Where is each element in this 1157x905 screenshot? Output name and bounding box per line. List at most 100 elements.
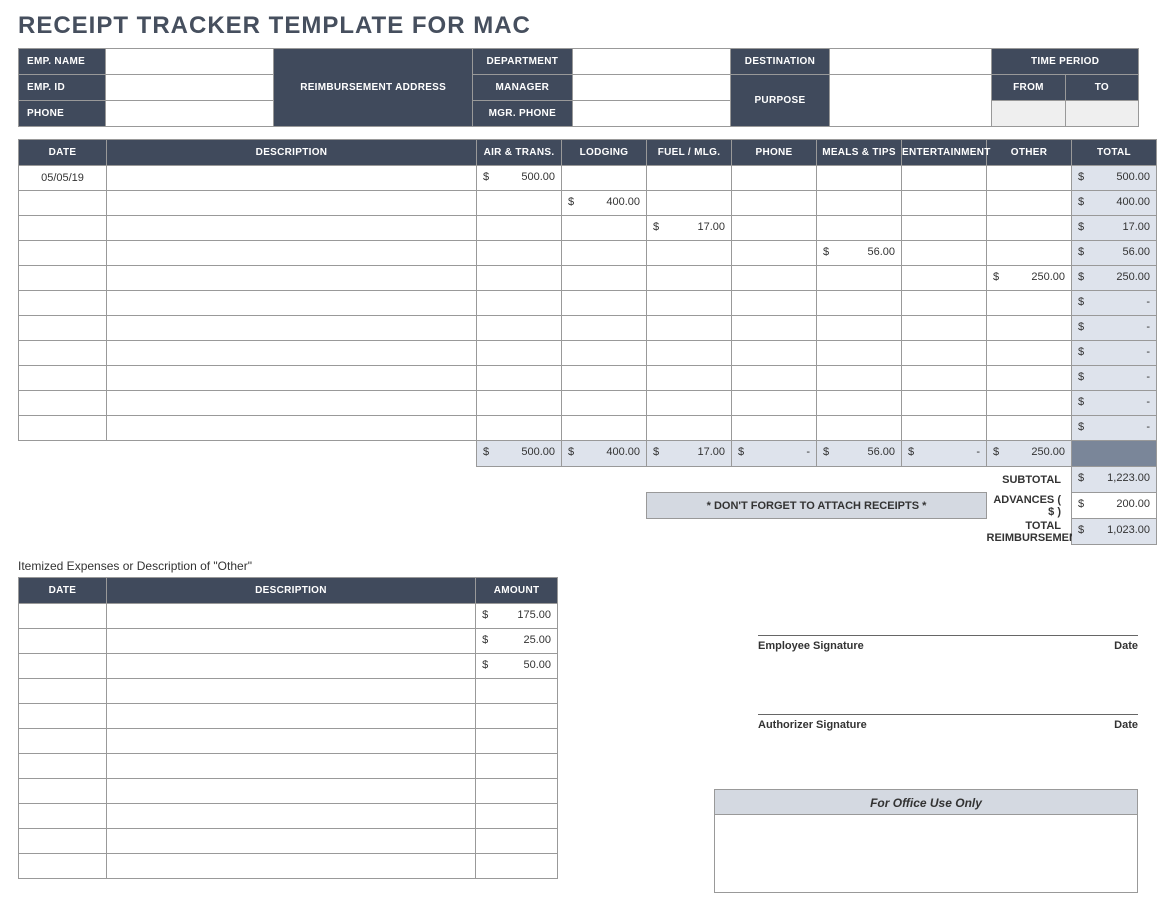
money-cell[interactable]	[987, 216, 1072, 241]
money-cell[interactable]	[477, 366, 562, 391]
money-cell[interactable]	[987, 391, 1072, 416]
desc-cell[interactable]	[106, 679, 475, 704]
money-cell[interactable]	[477, 391, 562, 416]
money-cell[interactable]	[477, 316, 562, 341]
desc-cell[interactable]	[107, 416, 477, 441]
money-cell[interactable]	[477, 291, 562, 316]
money-cell[interactable]: $250.00	[987, 266, 1072, 291]
desc-cell[interactable]	[107, 216, 477, 241]
money-cell[interactable]	[902, 191, 987, 216]
input-manager[interactable]	[572, 75, 730, 101]
money-cell[interactable]: $17.00	[647, 216, 732, 241]
input-mgr-phone[interactable]	[572, 101, 730, 127]
money-cell[interactable]	[732, 216, 817, 241]
money-cell[interactable]	[477, 416, 562, 441]
input-department[interactable]	[572, 49, 730, 75]
desc-cell[interactable]	[106, 854, 475, 879]
money-cell[interactable]: $56.00	[817, 241, 902, 266]
money-cell[interactable]	[732, 191, 817, 216]
date-cell[interactable]	[19, 779, 107, 804]
money-cell[interactable]	[902, 366, 987, 391]
desc-cell[interactable]	[106, 829, 475, 854]
money-cell[interactable]	[647, 391, 732, 416]
date-cell[interactable]	[19, 216, 107, 241]
desc-cell[interactable]	[106, 604, 475, 629]
desc-cell[interactable]	[107, 316, 477, 341]
money-cell[interactable]	[562, 241, 647, 266]
desc-cell[interactable]	[106, 654, 475, 679]
money-cell[interactable]	[817, 266, 902, 291]
date-cell[interactable]	[19, 804, 107, 829]
money-cell[interactable]	[817, 216, 902, 241]
date-cell[interactable]	[19, 391, 107, 416]
desc-cell[interactable]	[106, 704, 475, 729]
money-cell[interactable]	[647, 241, 732, 266]
money-cell[interactable]	[817, 391, 902, 416]
money-cell[interactable]	[987, 191, 1072, 216]
money-cell[interactable]	[732, 316, 817, 341]
money-cell[interactable]	[817, 366, 902, 391]
money-cell[interactable]	[732, 241, 817, 266]
date-cell[interactable]	[19, 654, 107, 679]
money-cell[interactable]	[562, 266, 647, 291]
input-phone[interactable]	[106, 101, 274, 127]
money-cell[interactable]	[987, 166, 1072, 191]
date-cell[interactable]	[19, 829, 107, 854]
money-cell[interactable]	[987, 341, 1072, 366]
date-cell[interactable]	[19, 191, 107, 216]
money-cell[interactable]	[562, 416, 647, 441]
desc-cell[interactable]	[107, 266, 477, 291]
money-cell[interactable]	[647, 291, 732, 316]
input-to[interactable]	[1065, 101, 1138, 127]
money-cell[interactable]	[987, 291, 1072, 316]
input-emp-name[interactable]	[106, 49, 274, 75]
date-cell[interactable]	[19, 629, 107, 654]
desc-cell[interactable]	[107, 291, 477, 316]
money-cell[interactable]	[477, 216, 562, 241]
money-cell[interactable]	[562, 166, 647, 191]
money-cell[interactable]	[477, 241, 562, 266]
date-cell[interactable]	[19, 341, 107, 366]
money-cell[interactable]	[562, 366, 647, 391]
money-cell[interactable]	[902, 316, 987, 341]
money-cell[interactable]	[476, 804, 558, 829]
date-cell[interactable]	[19, 316, 107, 341]
money-cell[interactable]	[902, 166, 987, 191]
money-cell[interactable]	[987, 416, 1072, 441]
date-cell[interactable]	[19, 416, 107, 441]
input-destination[interactable]	[830, 49, 992, 75]
desc-cell[interactable]	[106, 754, 475, 779]
money-cell[interactable]	[562, 316, 647, 341]
money-cell[interactable]	[732, 391, 817, 416]
money-cell[interactable]	[647, 191, 732, 216]
date-cell[interactable]	[19, 854, 107, 879]
desc-cell[interactable]	[106, 629, 475, 654]
money-cell[interactable]	[817, 291, 902, 316]
input-emp-id[interactable]	[106, 75, 274, 101]
date-cell[interactable]	[19, 729, 107, 754]
money-cell[interactable]	[817, 316, 902, 341]
money-cell[interactable]	[477, 266, 562, 291]
money-cell[interactable]	[477, 191, 562, 216]
desc-cell[interactable]	[107, 191, 477, 216]
money-cell[interactable]	[902, 341, 987, 366]
money-cell[interactable]	[476, 679, 558, 704]
date-cell[interactable]	[19, 704, 107, 729]
date-cell[interactable]	[19, 604, 107, 629]
desc-cell[interactable]	[107, 341, 477, 366]
money-cell[interactable]	[817, 191, 902, 216]
money-cell[interactable]	[817, 166, 902, 191]
money-cell[interactable]	[647, 416, 732, 441]
desc-cell[interactable]	[107, 366, 477, 391]
money-cell[interactable]	[732, 166, 817, 191]
advances-value[interactable]: $200.00	[1072, 493, 1157, 519]
date-cell[interactable]	[19, 241, 107, 266]
money-cell[interactable]	[902, 266, 987, 291]
money-cell[interactable]	[987, 366, 1072, 391]
office-use-body[interactable]	[714, 815, 1138, 893]
money-cell[interactable]	[902, 416, 987, 441]
money-cell[interactable]	[732, 266, 817, 291]
money-cell[interactable]	[902, 391, 987, 416]
money-cell[interactable]	[562, 341, 647, 366]
money-cell[interactable]	[476, 704, 558, 729]
